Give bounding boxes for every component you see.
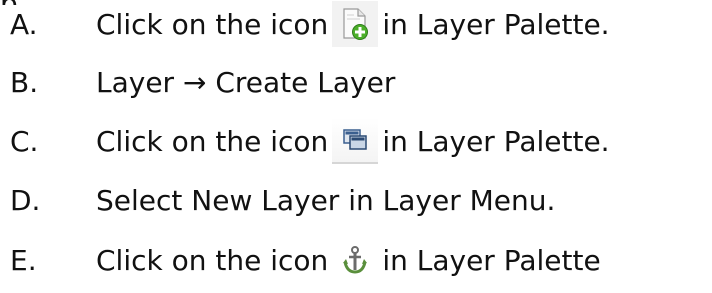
option-text-before: Click on the icon (96, 7, 329, 41)
option-e[interactable]: E. Click on the icon in Layer Palette (0, 236, 712, 284)
option-text: Click on the icon in Layer Palette. (96, 1, 610, 47)
option-text-after: in Layer Palette. (382, 7, 610, 41)
option-text: Layer → Create Layer (96, 65, 396, 99)
option-text-after: in Layer Palette (382, 243, 601, 277)
option-letter: B. (10, 65, 39, 99)
option-letter: E. (10, 243, 37, 277)
option-letter: C. (10, 124, 39, 158)
option-d[interactable]: D. Select New Layer in Layer Menu. (0, 176, 712, 224)
option-text-after: in Layer Palette. (382, 124, 610, 158)
option-text-before: Click on the icon (96, 124, 329, 158)
option-b[interactable]: B. Layer → Create Layer (0, 58, 712, 106)
duplicate-layer-icon (332, 118, 379, 164)
option-c[interactable]: C. Click on the icon in Layer Palette. (0, 117, 712, 165)
option-text: Select New Layer in Layer Menu. (96, 183, 556, 217)
option-text-before: Click on the icon (96, 243, 329, 277)
option-text: Click on the icon in Layer Palette. (96, 118, 610, 164)
option-letter: D. (10, 183, 41, 217)
option-letter: A. (10, 7, 38, 41)
new-layer-icon (332, 1, 379, 47)
option-text: Click on the icon in Layer Palette (96, 237, 601, 283)
option-a[interactable]: A. Click on the icon in Layer Palette. (0, 0, 712, 48)
answer-options-document: p A. Click on the icon in Layer Palette.… (0, 0, 712, 293)
anchor-layer-icon (332, 237, 378, 283)
